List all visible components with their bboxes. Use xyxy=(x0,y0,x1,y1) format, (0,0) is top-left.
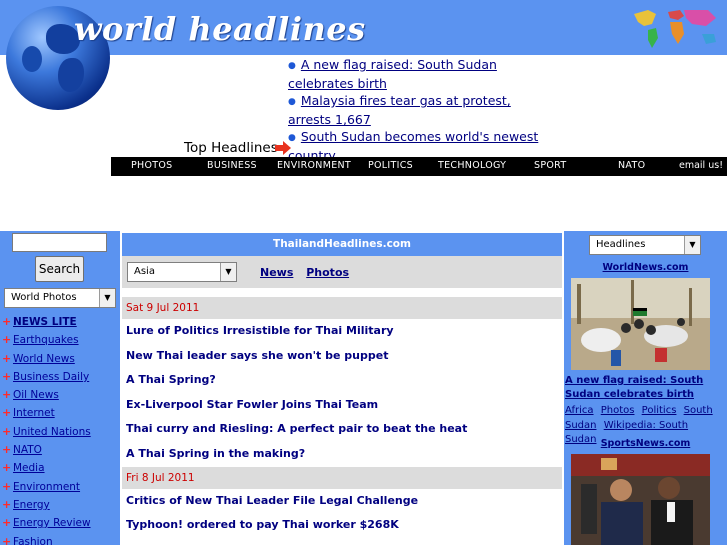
top-headlines-label: Top Headlines xyxy=(184,140,278,156)
date-header: Sat 9 Jul 2011 xyxy=(122,297,562,319)
left-nav-list: + NEWS LITE + Earthquakes + World News + Bus… xyxy=(2,313,118,545)
plus-icon: + xyxy=(2,333,12,347)
tag-africa[interactable]: Africa xyxy=(565,405,594,416)
tag-photos[interactable]: Photos xyxy=(601,405,635,416)
top-navbar: PHOTOS BUSINESS ENVIRONMENT POLITICS TEC… xyxy=(111,157,727,176)
plus-icon: + xyxy=(2,406,12,420)
nav-nato[interactable]: NATO xyxy=(618,160,645,171)
plus-icon: + xyxy=(2,497,12,511)
nav-sport[interactable]: SPORT xyxy=(534,160,566,171)
nav-business[interactable]: BUSINESS xyxy=(207,160,257,171)
plus-icon: + xyxy=(2,461,12,475)
plus-icon: + xyxy=(2,516,12,530)
sportsnews-link[interactable]: SportsNews.com xyxy=(564,438,727,449)
bullet-icon: ● xyxy=(288,97,296,107)
news-item[interactable]: A Thai Spring in the making? xyxy=(122,442,562,467)
sidebar-item-nato[interactable]: + NATO xyxy=(2,441,118,459)
tab-photos[interactable]: Photos xyxy=(306,266,349,279)
plus-icon: + xyxy=(2,388,12,402)
tag-politics[interactable]: Politics xyxy=(642,405,677,416)
nav-environment[interactable]: ENVIRONMENT xyxy=(277,160,351,171)
plus-icon: + xyxy=(2,443,12,457)
tab-news[interactable]: News xyxy=(260,266,293,279)
search-button[interactable]: Search xyxy=(35,256,84,282)
date-header: Fri 8 Jul 2011 xyxy=(122,466,562,489)
site-logo-text[interactable]: world headlines xyxy=(74,10,366,48)
plus-icon: + xyxy=(2,479,12,493)
list-item: ● A new flag raised: South Sudan celebrat… xyxy=(288,56,550,92)
news-item[interactable]: Lure of Politics Irresistible for Thai M… xyxy=(122,319,562,344)
sports-people-photo[interactable] xyxy=(571,454,710,545)
search-input[interactable] xyxy=(12,233,107,252)
sidebar-item-world-news[interactable]: + World News xyxy=(2,350,118,368)
news-item[interactable]: Critics of New Thai Leader File Legal Ch… xyxy=(122,489,562,514)
bullet-icon: ● xyxy=(288,61,296,71)
ad-space xyxy=(0,176,727,232)
plus-icon: + xyxy=(2,424,12,438)
news-item[interactable]: Typhoon! ordered to pay Thai worker $268… xyxy=(122,513,562,538)
sidebar-item-energy[interactable]: + Energy xyxy=(2,496,118,514)
nav-photos[interactable]: PHOTOS xyxy=(131,160,172,171)
plus-icon: + xyxy=(2,369,12,383)
sidebar-item-internet[interactable]: + Internet xyxy=(2,404,118,422)
nav-technology[interactable]: TECHNOLOGY xyxy=(438,160,506,171)
center-tabs: News Photos xyxy=(260,266,358,279)
headline-link-1[interactable]: A new flag raised: South Sudan celebrate… xyxy=(288,57,497,91)
nav-email[interactable]: email us! xyxy=(679,160,723,171)
news-list: Sat 9 Jul 2011 Lure of Politics Irresist… xyxy=(122,297,562,538)
sidebar-item-oil-news[interactable]: + Oil News xyxy=(2,386,118,404)
worldnews-link[interactable]: WorldNews.com xyxy=(564,262,727,273)
chevron-down-icon[interactable]: ▼ xyxy=(684,236,700,254)
sidebar-item-fashion[interactable]: + Fashion xyxy=(2,533,118,545)
nav-politics[interactable]: POLITICS xyxy=(368,160,413,171)
sidebar-item-media[interactable]: + Media xyxy=(2,459,118,477)
news-item[interactable]: A Thai Spring? xyxy=(122,368,562,393)
sidebar-item-news-lite[interactable]: + NEWS LITE xyxy=(2,313,118,331)
sidebar-item-energy-review[interactable]: + Energy Review xyxy=(2,514,118,532)
center-section-title[interactable]: ThailandHeadlines.com xyxy=(122,233,562,256)
plus-icon: + xyxy=(2,315,12,328)
sidebar-item-united-nations[interactable]: + United Nations xyxy=(2,423,118,441)
arrow-right-icon xyxy=(275,141,291,155)
chevron-down-icon[interactable]: ▼ xyxy=(99,289,115,307)
sidebar-item-business-daily[interactable]: + Business Daily xyxy=(2,368,118,386)
news-item[interactable]: New Thai leader says she won't be puppet xyxy=(122,344,562,369)
region-select[interactable]: Asia ▼ xyxy=(127,262,237,282)
select-value: Asia xyxy=(134,266,155,277)
news-item[interactable]: Thai curry and Riesling: A perfect pair … xyxy=(122,417,562,442)
list-item: ● Malaysia fires tear gas at protest, arr… xyxy=(288,92,550,128)
select-value: World Photos xyxy=(11,292,77,303)
news-item[interactable]: Ex-Liverpool Star Fowler Joins Thai Team xyxy=(122,393,562,418)
plus-icon: + xyxy=(2,534,12,545)
world-photos-select[interactable]: World Photos ▼ xyxy=(4,288,116,308)
caption-link[interactable]: A new flag raised: South Sudan celebrate… xyxy=(565,375,703,400)
headline-link-2[interactable]: Malaysia fires tear gas at protest, arre… xyxy=(288,93,511,127)
sidebar-item-earthquakes[interactable]: + Earthquakes xyxy=(2,331,118,349)
top-headlines-list: ● A new flag raised: South Sudan celebrat… xyxy=(288,56,550,164)
plus-icon: + xyxy=(2,351,12,365)
headlines-select[interactable]: Headlines ▼ xyxy=(589,235,701,255)
south-sudan-celebration-photo[interactable] xyxy=(571,278,710,370)
world-map-icon xyxy=(628,4,724,50)
chevron-down-icon[interactable]: ▼ xyxy=(220,263,236,281)
select-value: Headlines xyxy=(596,239,646,250)
photo-caption: A new flag raised: South Sudan celebrate… xyxy=(565,374,715,401)
sidebar-item-environment[interactable]: + Environment xyxy=(2,478,118,496)
